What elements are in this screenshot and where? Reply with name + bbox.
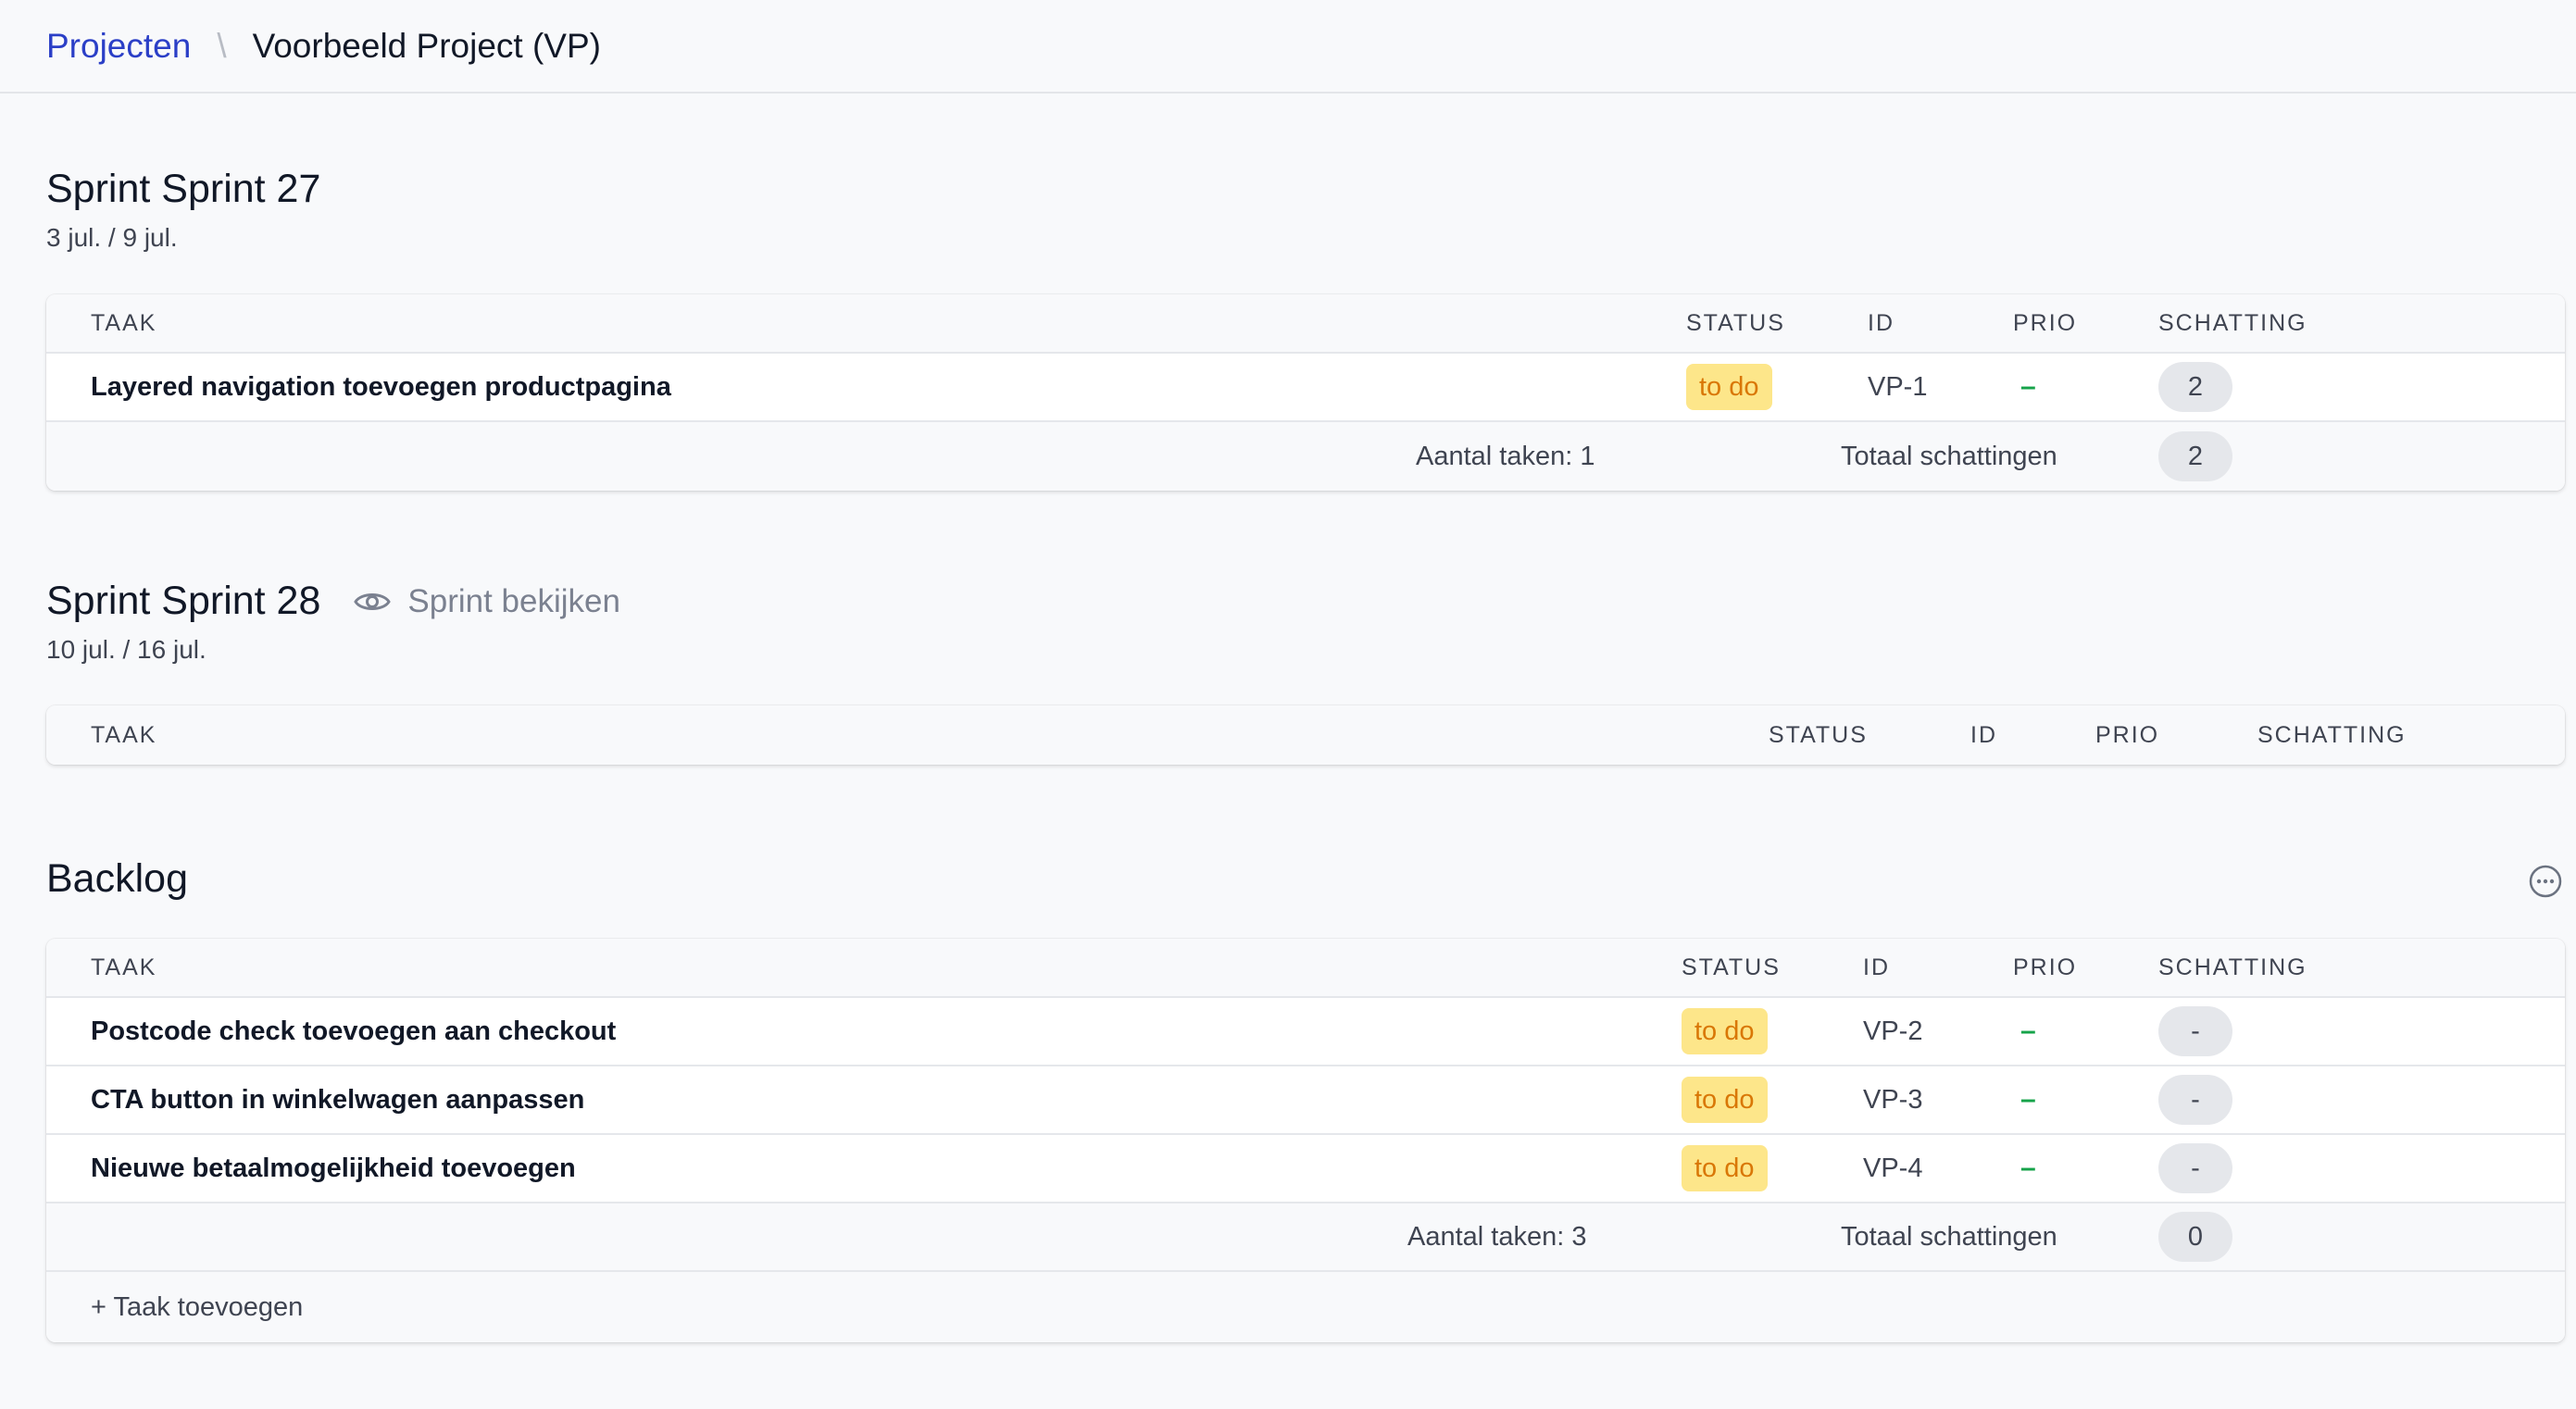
status-badge[interactable]: to do — [1682, 1008, 1768, 1054]
table-row[interactable]: Nieuwe betaalmogelijkheid toevoegen to d… — [46, 1135, 2565, 1203]
status-cell: to do — [1682, 1135, 1768, 1202]
add-task-row: + Taak toevoegen — [46, 1272, 2565, 1342]
column-header-prio: PRIO — [2013, 309, 2078, 336]
column-header-status: STATUS — [1686, 309, 1785, 336]
total-estimate-cell: 0 — [2158, 1203, 2232, 1270]
sprint-28-table: TAAK STATUS ID PRIO SCHATTING — [46, 705, 2565, 765]
more-options-icon[interactable] — [2528, 864, 2563, 904]
add-task-button[interactable]: + Taak toevoegen — [91, 1272, 303, 1342]
estimate-pill[interactable]: - — [2158, 1006, 2232, 1056]
status-badge[interactable]: to do — [1682, 1077, 1768, 1123]
estimate-pill[interactable]: - — [2158, 1075, 2232, 1125]
total-estimate-pill: 2 — [2158, 431, 2232, 481]
sprint-28-title-row: Sprint Sprint 28 Sprint bekijken — [46, 579, 2565, 624]
status-badge[interactable]: to do — [1682, 1145, 1768, 1191]
priority-value[interactable]: – — [2020, 1066, 2036, 1133]
table-footer-row: Aantal taken: 1 Totaal schattingen 2 — [46, 422, 2565, 491]
table-row[interactable]: Postcode check toevoegen aan checkout to… — [46, 998, 2565, 1066]
column-header-estimate: SCHATTING — [2158, 309, 2307, 336]
sprint-27-title: Sprint Sprint 27 — [46, 167, 321, 211]
sprint-27-table: TAAK STATUS ID PRIO SCHATTING Layered na… — [46, 294, 2565, 491]
sprint-28-dates: 10 jul. / 16 jul. — [46, 635, 206, 664]
column-header-estimate: SCHATTING — [2158, 954, 2307, 980]
backlog-table: TAAK STATUS ID PRIO SCHATTING Postcode c… — [46, 939, 2565, 1342]
task-id: VP-1 — [1868, 371, 1928, 402]
column-header-task: TAAK — [91, 954, 157, 980]
task-title[interactable]: CTA button in winkelwagen aanpassen — [91, 1066, 584, 1133]
estimate-cell: - — [2158, 1135, 2232, 1202]
sprint-27-dates: 3 jul. / 9 jul. — [46, 223, 178, 252]
sprint-28-title: Sprint Sprint 28 — [46, 579, 321, 623]
backlog-title: Backlog — [46, 856, 188, 901]
table-row[interactable]: CTA button in winkelwagen aanpassen to d… — [46, 1066, 2565, 1135]
priority-value[interactable]: – — [2020, 1135, 2036, 1202]
table-header-row: TAAK STATUS ID PRIO SCHATTING — [46, 705, 2565, 765]
estimate-cell: - — [2158, 1066, 2232, 1133]
priority-value[interactable]: – — [2020, 998, 2036, 1065]
breadcrumb-projects-link[interactable]: Projecten — [46, 27, 191, 66]
task-id: VP-3 — [1863, 1084, 1923, 1115]
table-header-row: TAAK STATUS ID PRIO SCHATTING — [46, 294, 2565, 354]
estimate-cell: 2 — [2158, 354, 2232, 420]
task-count: Aantal taken: 3 — [1407, 1221, 1587, 1252]
sprint-27-header: Sprint Sprint 27 3 jul. / 9 jul. — [46, 167, 2565, 253]
view-sprint-link[interactable]: Sprint bekijken — [354, 583, 620, 620]
task-title[interactable]: Nieuwe betaalmogelijkheid toevoegen — [91, 1135, 576, 1202]
column-header-prio: PRIO — [2013, 954, 2078, 980]
task-title[interactable]: Postcode check toevoegen aan checkout — [91, 998, 616, 1065]
column-header-status: STATUS — [1769, 721, 1868, 748]
task-count: Aantal taken: 1 — [1416, 441, 1595, 471]
column-header-id: ID — [1863, 954, 1890, 980]
column-header-id: ID — [1868, 309, 1894, 336]
priority-value[interactable]: – — [2020, 354, 2036, 420]
sprint-28-header: Sprint Sprint 28 Sprint bekijken 10 jul.… — [46, 579, 2565, 665]
breadcrumb-separator: \ — [217, 26, 227, 65]
estimate-pill[interactable]: 2 — [2158, 362, 2232, 412]
task-id: VP-4 — [1863, 1153, 1923, 1183]
top-bar: Projecten \ Voorbeeld Project (VP) — [0, 0, 2576, 94]
estimate-cell: - — [2158, 998, 2232, 1065]
breadcrumb-current-project: Voorbeeld Project (VP) — [252, 26, 601, 65]
status-cell: to do — [1686, 354, 1772, 420]
task-title[interactable]: Layered navigation toevoegen productpagi… — [91, 354, 671, 420]
column-header-estimate: SCHATTING — [2257, 721, 2407, 748]
status-cell: to do — [1682, 1066, 1768, 1133]
column-header-task: TAAK — [91, 721, 157, 748]
column-header-task: TAAK — [91, 309, 157, 336]
column-header-prio: PRIO — [2095, 721, 2160, 748]
total-estimate-cell: 2 — [2158, 422, 2232, 491]
status-cell: to do — [1682, 998, 1768, 1065]
view-sprint-label[interactable]: Sprint bekijken — [407, 583, 620, 620]
backlog-header: Backlog — [46, 856, 2565, 902]
total-estimate-pill: 0 — [2158, 1212, 2232, 1262]
status-badge[interactable]: to do — [1686, 364, 1772, 410]
column-header-id: ID — [1970, 721, 1997, 748]
table-footer-row: Aantal taken: 3 Totaal schattingen 0 — [46, 1203, 2565, 1272]
total-estimate-label: Totaal schattingen — [1841, 1221, 2057, 1252]
total-estimate-label: Totaal schattingen — [1841, 441, 2057, 471]
table-row[interactable]: Layered navigation toevoegen productpagi… — [46, 354, 2565, 422]
eye-icon — [354, 592, 392, 610]
column-header-status: STATUS — [1682, 954, 1781, 980]
task-id: VP-2 — [1863, 1016, 1923, 1046]
table-header-row: TAAK STATUS ID PRIO SCHATTING — [46, 939, 2565, 998]
estimate-pill[interactable]: - — [2158, 1143, 2232, 1193]
